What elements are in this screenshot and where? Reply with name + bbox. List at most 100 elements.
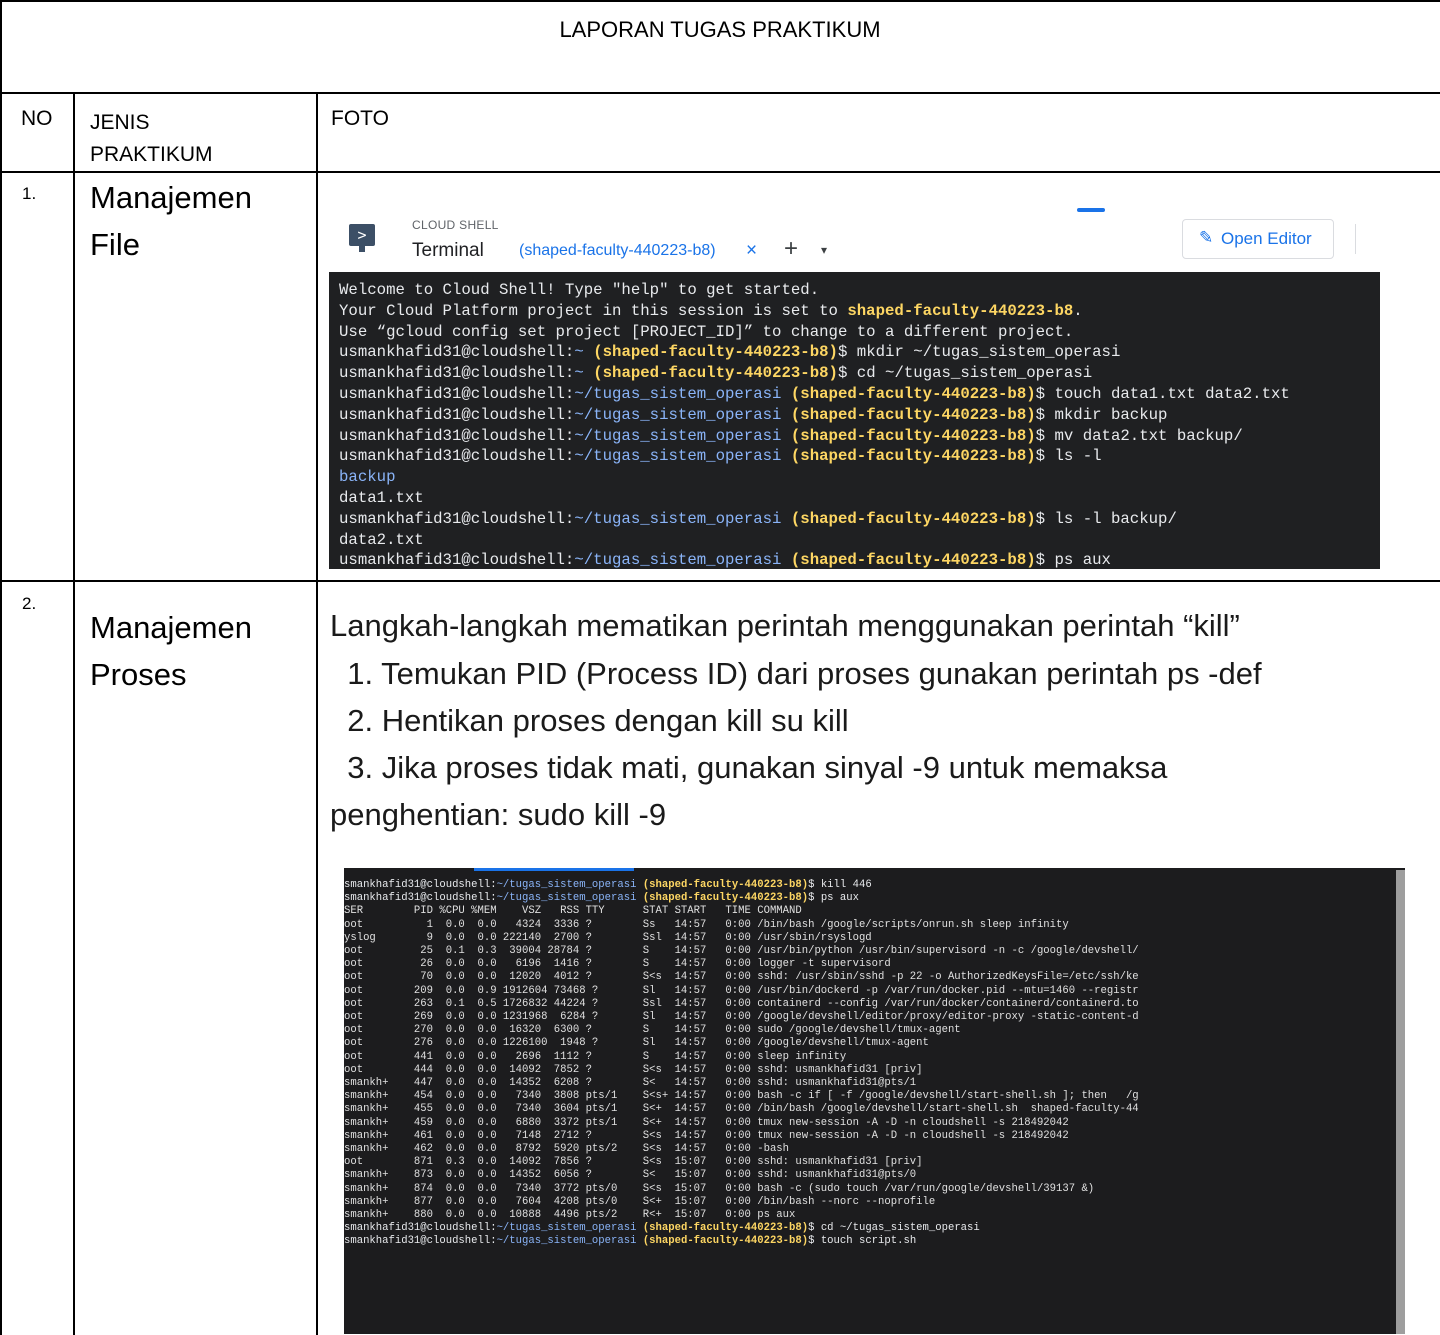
process-row: smankh+ 880 0.0 0.0 10888 4496 pts/2 R<+… bbox=[344, 1209, 796, 1222]
header-jenis-line1: JENIS bbox=[90, 111, 150, 134]
prompt-user: usmankhafid31@cloudshell: bbox=[339, 364, 575, 383]
terminal-line: usmankhafid31@cloudshell:~/tugas_sistem_… bbox=[339, 550, 1290, 569]
process-row: smankh+ 877 0.0 0.0 7604 4208 pts/0 S<+ … bbox=[344, 1195, 936, 1208]
add-tab-icon[interactable]: + bbox=[784, 235, 798, 263]
step-3-continued: penghentian: sudo kill -9 bbox=[330, 797, 667, 832]
prompt-path: ~ bbox=[574, 343, 584, 362]
terminal-line: usmankhafid31@cloudshell:~/tugas_sistem_… bbox=[339, 426, 1290, 447]
prompt-user: usmankhafid31@cloudshell: bbox=[339, 343, 575, 362]
process-row: smankh+ 461 0.0 0.0 7148 2712 ? S<s 14:5… bbox=[344, 1129, 1069, 1142]
step-2: 2. Hentikan proses dengan kill su kill bbox=[330, 703, 849, 738]
row1-jenis: Manajemen File bbox=[90, 174, 310, 268]
report-page: LAPORAN TUGAS PRAKTIKUM NO JENIS PRAKTIK… bbox=[0, 0, 1440, 1335]
process-row: oot 209 0.0 0.9 1912604 73468 ? Sl 14:57… bbox=[344, 984, 1139, 997]
ps-terminal-text: smankhafid31@cloudshell:~/tugas_sistem_o… bbox=[344, 879, 1139, 1249]
prompt-project: (shaped-faculty-440223-b8) bbox=[593, 364, 838, 383]
prompt-user: smankhafid31@cloudshell: bbox=[344, 1222, 497, 1235]
step-3: 3. Jika proses tidak mati, gunakan sinya… bbox=[330, 750, 1168, 785]
scrollbar[interactable] bbox=[1396, 870, 1405, 1334]
terminal-line: backup bbox=[339, 467, 1290, 488]
prompt-command: $ mkdir ~/tugas_sistem_operasi bbox=[837, 343, 1121, 362]
prompt-user: smankhafid31@cloudshell: bbox=[344, 879, 497, 891]
process-row: oot 25 0.1 0.3 39004 28784 ? S 14:57 0:0… bbox=[344, 945, 1139, 958]
prompt-path: ~/tugas_sistem_operasi bbox=[574, 447, 782, 466]
prompt-path: ~/tugas_sistem_operasi bbox=[574, 509, 782, 528]
minimize-indicator[interactable] bbox=[1077, 208, 1105, 212]
prompt-path: ~/tugas_sistem_operasi bbox=[574, 405, 782, 424]
prompt-command: $ mv data2.txt backup/ bbox=[1035, 426, 1243, 445]
prompt-path: ~ bbox=[574, 364, 584, 383]
header-separator bbox=[1355, 224, 1356, 254]
prompt-user: usmankhafid31@cloudshell: bbox=[339, 447, 575, 466]
process-row: smankh+ 454 0.0 0.0 7340 3808 pts/1 S<s+… bbox=[344, 1090, 1139, 1103]
open-editor-button[interactable]: ✎ Open Editor bbox=[1182, 219, 1334, 259]
terminal-line: smankhafid31@cloudshell:~/tugas_sistem_o… bbox=[344, 892, 1139, 905]
process-row: smankh+ 874 0.0 0.0 7340 3772 pts/0 S<s … bbox=[344, 1182, 1095, 1195]
prompt-project: (shaped-faculty-440223-b8) bbox=[790, 509, 1036, 528]
row2-jenis-line2: Proses bbox=[90, 657, 187, 692]
prompt-path: ~/tugas_sistem_operasi bbox=[574, 551, 782, 569]
prompt-project: (shaped-faculty-440223-b8) bbox=[593, 343, 838, 362]
terminal-output-text: Use “gcloud config set project [PROJECT_… bbox=[339, 322, 1074, 341]
process-row: oot 276 0.0 0.0 1226100 1948 ? Sl 14:57 … bbox=[344, 1037, 929, 1050]
prompt-path: ~/tugas_sistem_operasi bbox=[496, 879, 637, 891]
terminal-output-text: Your Cloud Platform project in this sess… bbox=[339, 301, 848, 320]
prompt-path: ~/tugas_sistem_operasi bbox=[496, 1235, 637, 1248]
prompt-path: ~/tugas_sistem_operasi bbox=[496, 1222, 637, 1235]
close-tab-icon[interactable]: × bbox=[746, 240, 757, 262]
ps-aux-screenshot: smankhafid31@cloudshell:~/tugas_sistem_o… bbox=[344, 868, 1405, 1334]
prompt-project: (shaped-faculty-440223-b8) bbox=[642, 892, 809, 905]
terminal-output[interactable]: Welcome to Cloud Shell! Type "help" to g… bbox=[329, 272, 1380, 569]
terminal-output-text: Welcome to Cloud Shell! Type "help" to g… bbox=[339, 281, 820, 299]
terminal-line: smankhafid31@cloudshell:~/tugas_sistem_o… bbox=[344, 1222, 1139, 1235]
row1-number: 1. bbox=[22, 184, 37, 203]
row2-jenis-line1: Manajemen bbox=[90, 610, 252, 645]
page-title: LAPORAN TUGAS PRAKTIKUM bbox=[559, 17, 881, 42]
prompt-command: $ ls -l bbox=[1035, 447, 1102, 466]
border-left bbox=[0, 0, 2, 1335]
prompt-project: (shaped-faculty-440223-b8) bbox=[642, 879, 809, 891]
process-row: smankh+ 462 0.0 0.0 8792 5920 pts/2 S<s … bbox=[344, 1143, 790, 1156]
prompt-command: $ ps aux bbox=[1035, 551, 1111, 569]
prompt-command: $ touch script.sh bbox=[808, 1235, 917, 1248]
column-divider-1 bbox=[73, 93, 75, 1335]
cloud-shell-screenshot: > CLOUD SHELL Terminal (shaped-faculty-4… bbox=[329, 188, 1380, 569]
row2-jenis: Manajemen Proses bbox=[90, 604, 310, 698]
column-divider-2 bbox=[316, 93, 318, 1335]
prompt-project: (shaped-faculty-440223-b8) bbox=[790, 551, 1036, 569]
prompt-command: $ kill 446 bbox=[808, 879, 872, 891]
prompt-user: usmankhafid31@cloudshell: bbox=[339, 405, 575, 424]
row-divider bbox=[0, 580, 1440, 582]
terminal-line: smankhafid31@cloudshell:~/tugas_sistem_o… bbox=[344, 1235, 1139, 1248]
process-row: oot 1 0.0 0.0 4324 3336 ? Ss 14:57 0:00 … bbox=[344, 918, 1069, 931]
terminal-line: usmankhafid31@cloudshell:~ (shaped-facul… bbox=[339, 363, 1290, 384]
row2-number: 2. bbox=[22, 594, 37, 613]
chevron-down-icon[interactable]: ▾ bbox=[821, 243, 827, 257]
prompt-path: ~/tugas_sistem_operasi bbox=[496, 892, 637, 905]
terminal-line: usmankhafid31@cloudshell:~/tugas_sistem_… bbox=[339, 405, 1290, 426]
header-divider bbox=[0, 171, 1440, 173]
terminal-icon-stand bbox=[359, 246, 365, 252]
terminal-line: Use “gcloud config set project [PROJECT_… bbox=[339, 322, 1290, 343]
terminal-text: Welcome to Cloud Shell! Type "help" to g… bbox=[339, 280, 1290, 569]
process-row: smankh+ 447 0.0 0.0 14352 6208 ? S< 14:5… bbox=[344, 1077, 917, 1090]
process-row: smankh+ 455 0.0 0.0 7340 3604 pts/1 S<+ … bbox=[344, 1103, 1139, 1116]
row1-jenis-line2: File bbox=[90, 227, 140, 262]
steps-heading: Langkah-langkah mematikan perintah mengg… bbox=[330, 608, 1240, 643]
project-tab[interactable]: (shaped-faculty-440223-b8) bbox=[519, 242, 716, 260]
prompt-project: (shaped-faculty-440223-b8) bbox=[642, 1222, 809, 1235]
prompt-project: (shaped-faculty-440223-b8) bbox=[790, 384, 1036, 403]
header-no: NO bbox=[21, 107, 53, 130]
process-row: smankh+ 873 0.0 0.0 14352 6056 ? S< 15:0… bbox=[344, 1169, 917, 1182]
terminal-output-text: data1.txt bbox=[339, 488, 424, 507]
header-jenis: JENIS PRAKTIKUM bbox=[90, 107, 290, 171]
pencil-icon: ✎ bbox=[1199, 228, 1214, 247]
prompt-user: usmankhafid31@cloudshell: bbox=[339, 509, 575, 528]
prompt-user: usmankhafid31@cloudshell: bbox=[339, 551, 575, 569]
